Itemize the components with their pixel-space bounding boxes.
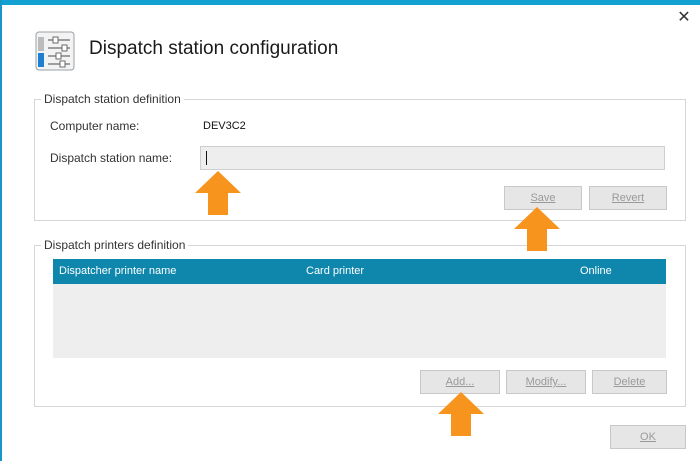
printers-definition-group: Dispatch printers definition Dispatcher … <box>34 238 686 407</box>
printers-table-header: Dispatcher printer name Card printer Onl… <box>53 259 666 284</box>
revert-button-label: Revert <box>611 192 645 204</box>
annotation-arrow-up-icon <box>514 207 560 251</box>
station-definition-legend: Dispatch station definition <box>41 92 184 106</box>
computer-name-value: DEV3C2 <box>203 120 246 132</box>
modify-button[interactable]: Modify... <box>506 370 586 394</box>
window-title: Dispatch station configuration <box>89 38 339 59</box>
computer-name-label: Computer name: <box>50 119 140 133</box>
column-header-dispatcher-printer-name[interactable]: Dispatcher printer name <box>59 265 176 277</box>
revert-button[interactable]: Revert <box>589 186 667 210</box>
dialog-window: ✕ Dispatch station configuration Dispatc… <box>0 0 700 461</box>
ok-button-label: OK <box>640 431 656 443</box>
station-definition-group: Dispatch station definition Computer nam… <box>34 92 686 221</box>
printers-definition-legend: Dispatch printers definition <box>41 238 189 252</box>
modify-button-label: Modify... <box>525 376 567 388</box>
text-caret <box>206 151 207 165</box>
station-name-label: Dispatch station name: <box>50 151 173 165</box>
annotation-arrow-up-icon <box>195 171 241 215</box>
delete-button[interactable]: Delete <box>592 370 667 394</box>
printers-table[interactable]: Dispatcher printer name Card printer Onl… <box>53 259 666 358</box>
ok-button[interactable]: OK <box>610 425 686 449</box>
add-button[interactable]: Add... <box>420 370 500 394</box>
save-button-label: Save <box>530 192 556 204</box>
column-header-card-printer[interactable]: Card printer <box>306 265 364 277</box>
station-name-input[interactable] <box>200 146 665 170</box>
column-header-online[interactable]: Online <box>580 265 612 277</box>
annotation-arrow-up-icon <box>438 392 484 436</box>
settings-sliders-icon <box>35 31 75 71</box>
title-accent-bar <box>2 0 700 5</box>
delete-button-label: Delete <box>613 376 646 388</box>
close-button[interactable]: ✕ <box>676 10 692 26</box>
add-button-label: Add... <box>445 376 475 388</box>
